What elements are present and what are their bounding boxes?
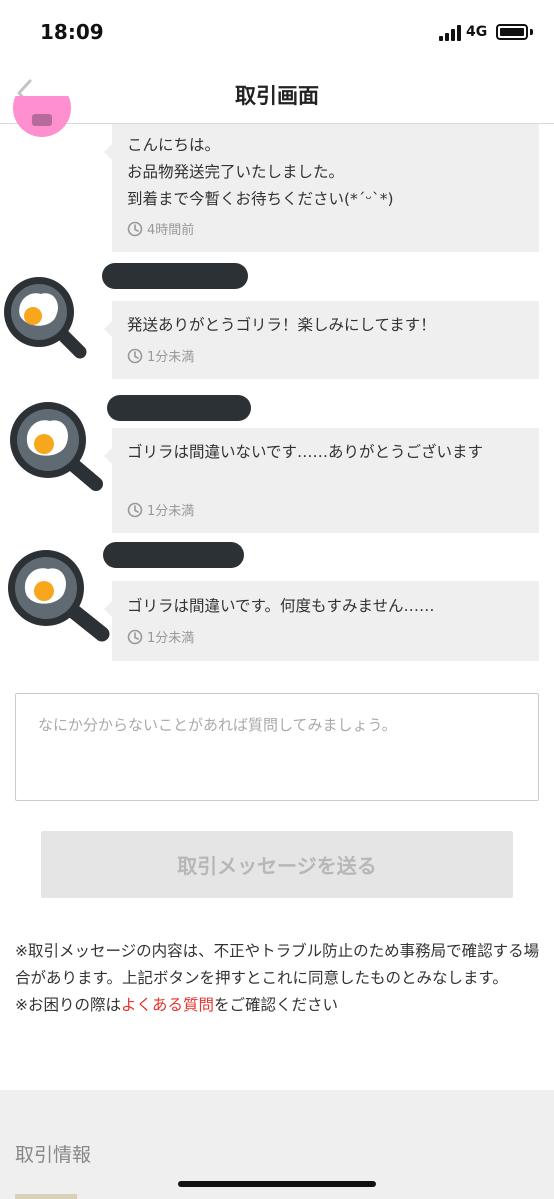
redacted-username [103, 542, 244, 568]
message-bubble: ゴリラは間違いです。何度もすみません…… 1分未満 [104, 581, 539, 661]
message-time-label: 1分未満 [147, 631, 195, 646]
message-bubble: ゴリラは間違いないです……ありがとうございます 1分未満 [104, 428, 539, 533]
message-timestamp: 4時間前 [127, 219, 194, 238]
buyer-avatar[interactable] [2, 272, 90, 362]
page-title: 取引画面 [235, 84, 319, 108]
message-text: こんにちは。 お品物発送完了いたしました。 到着まで今暫くお待ちください(*´ᵕ… [127, 136, 394, 208]
notice-prefix: ※お困りの際は [15, 996, 121, 1014]
notice-suffix: をご確認ください [214, 996, 339, 1014]
signal-icon [439, 25, 461, 41]
item-thumbnail[interactable] [15, 1194, 77, 1199]
battery-tip [530, 29, 533, 35]
message-time-label: 4時間前 [147, 223, 195, 238]
header-bar: 取引画面 [0, 64, 554, 124]
message-bubble: こんにちは。 お品物発送完了いたしました。 到着まで今暫くお待ちください(*´ᵕ… [104, 124, 539, 252]
message-timestamp: 1分未満 [127, 346, 194, 365]
clock-icon [127, 502, 143, 517]
battery-icon [496, 24, 528, 40]
network-label: 4G [466, 24, 488, 40]
clock-icon [127, 629, 143, 644]
transaction-info-title: 取引情報 [15, 1144, 92, 1166]
message-bubble: 発送ありがとうゴリラ！楽しみにしてます！ 1分未満 [104, 301, 539, 379]
message-time-label: 1分未満 [147, 504, 195, 519]
message-timestamp: 1分未満 [127, 500, 194, 519]
message-text: 発送ありがとうゴリラ！楽しみにしてます！ [127, 316, 436, 334]
notice-text: ※取引メッセージの内容は、不正やトラブル防止のため事務局で確認する場合があります… [15, 938, 545, 1019]
status-time: 18:09 [40, 20, 104, 44]
notice-line-1: ※取引メッセージの内容は、不正やトラブル防止のため事務局で確認する場合があります… [15, 942, 540, 987]
status-bar: 18:09 4G [0, 0, 554, 64]
buyer-avatar[interactable] [6, 396, 106, 496]
redacted-username [102, 263, 248, 289]
message-time-label: 1分未満 [147, 350, 195, 365]
message-text: ゴリラは間違いです。何度もすみません…… [127, 597, 435, 615]
seller-avatar [12, 96, 74, 140]
notice-line-2: ※お困りの際はよくある質問をご確認ください [15, 992, 545, 1019]
message-text: ゴリラは間違いないです……ありがとうございます [127, 443, 484, 461]
message-input[interactable] [15, 693, 539, 801]
faq-link[interactable]: よくある質問 [121, 996, 214, 1014]
message-timestamp: 1分未満 [127, 627, 194, 646]
redacted-username [107, 395, 251, 421]
buyer-avatar[interactable] [4, 542, 114, 646]
clock-icon [127, 348, 143, 363]
clock-icon [127, 221, 143, 236]
send-message-button[interactable]: 取引メッセージを送る [41, 831, 513, 898]
home-indicator[interactable] [178, 1181, 376, 1187]
